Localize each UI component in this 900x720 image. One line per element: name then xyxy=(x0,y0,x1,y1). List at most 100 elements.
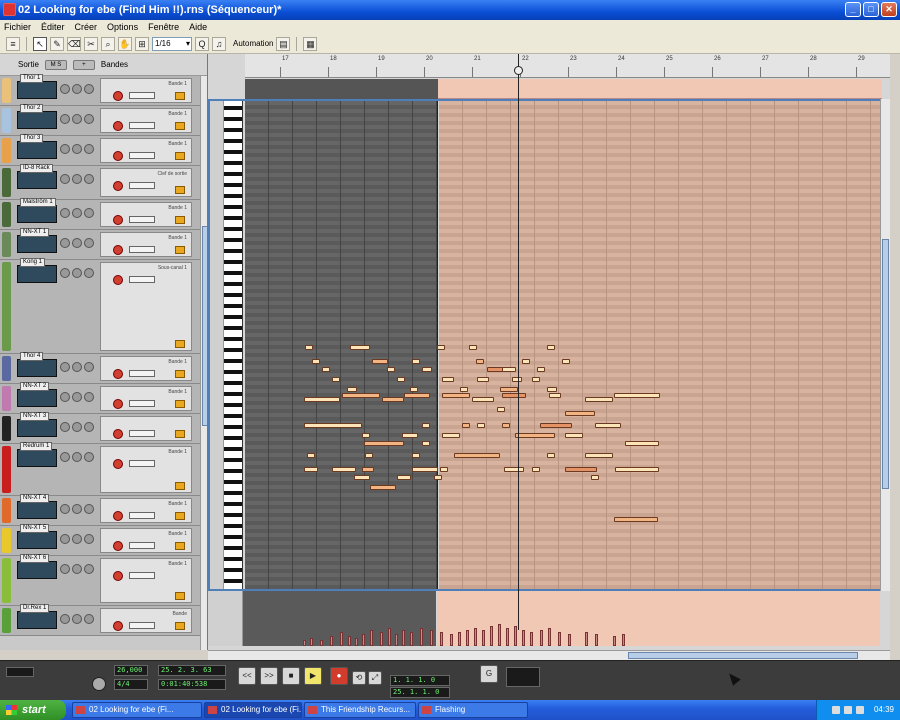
velocity-bar[interactable] xyxy=(466,630,469,646)
solo-knob[interactable] xyxy=(72,564,82,574)
midi-note[interactable] xyxy=(304,467,318,472)
midi-note[interactable] xyxy=(387,367,395,372)
track-row[interactable]: Thor 3 Bande 1 xyxy=(0,134,200,166)
velocity-bar[interactable] xyxy=(595,634,598,646)
velocity-bar[interactable] xyxy=(410,632,413,646)
track-row[interactable]: ID-8 Rack Clef de sortie xyxy=(0,164,200,200)
velocity-bar[interactable] xyxy=(380,632,383,646)
midi-note[interactable] xyxy=(347,387,357,392)
midi-note[interactable] xyxy=(537,367,545,372)
midi-note[interactable] xyxy=(404,393,430,398)
midi-note[interactable] xyxy=(512,377,522,382)
mute-knob[interactable] xyxy=(60,208,70,218)
mute-knob[interactable] xyxy=(60,174,70,184)
track-color-strip[interactable] xyxy=(2,528,11,553)
taskbar-item[interactable]: This Friendship Recurs... xyxy=(304,702,416,718)
track-name[interactable]: NN-XT 5 xyxy=(20,524,50,533)
midi-note[interactable] xyxy=(515,433,555,438)
track-color-strip[interactable] xyxy=(2,108,11,133)
track-name[interactable]: Dr.Rex 1 xyxy=(20,604,50,613)
device-thumbnail[interactable] xyxy=(17,171,57,189)
midi-note[interactable] xyxy=(477,377,489,382)
monitor-knob[interactable] xyxy=(84,564,94,574)
loop-region-bar[interactable] xyxy=(438,79,882,99)
mute-knob[interactable] xyxy=(60,452,70,462)
track-row[interactable]: NN-XT 5 Bande 1 xyxy=(0,524,200,556)
maximize-button[interactable]: □ xyxy=(863,2,879,17)
velocity-bar[interactable] xyxy=(395,634,398,646)
monitor-knob[interactable] xyxy=(84,452,94,462)
midi-note[interactable] xyxy=(342,393,380,398)
lane-fader[interactable] xyxy=(129,152,155,159)
velocity-bar[interactable] xyxy=(330,636,333,646)
lane-mute-button[interactable] xyxy=(175,152,185,160)
lane-mute-button[interactable] xyxy=(175,370,185,378)
velocity-bar[interactable] xyxy=(340,632,343,646)
midi-note[interactable] xyxy=(365,453,373,458)
track-row[interactable]: Thor 1 Bande 1 xyxy=(0,74,200,106)
signature-display[interactable]: 4/4 xyxy=(114,679,148,690)
midi-note[interactable] xyxy=(595,423,621,428)
midi-note[interactable] xyxy=(565,467,597,472)
solo-knob[interactable] xyxy=(72,268,82,278)
device-thumbnail[interactable] xyxy=(17,501,57,519)
midi-note[interactable] xyxy=(304,397,340,402)
razor-tool-icon[interactable]: ✂ xyxy=(84,36,98,51)
editor-vertical-scrollbar[interactable] xyxy=(880,99,890,591)
lane-fader[interactable] xyxy=(129,460,155,467)
midi-note[interactable] xyxy=(304,423,362,428)
taskbar-item[interactable]: 02 Looking for ebe (Fi... xyxy=(204,702,302,718)
track-row[interactable]: NN-XT 2 Bande 1 xyxy=(0,382,200,414)
mute-knob[interactable] xyxy=(60,238,70,248)
click-button[interactable]: G xyxy=(480,665,498,683)
midi-note[interactable] xyxy=(487,367,503,372)
snap-icon[interactable]: ⊞ xyxy=(135,36,149,51)
record-enable-icon[interactable] xyxy=(113,91,123,101)
solo-knob[interactable] xyxy=(72,534,82,544)
midi-note[interactable] xyxy=(332,467,356,472)
velocity-bar[interactable] xyxy=(420,628,423,646)
velocity-bar[interactable] xyxy=(303,640,306,646)
track-color-strip[interactable] xyxy=(2,386,11,411)
midi-note[interactable] xyxy=(402,433,418,438)
mute-knob[interactable] xyxy=(60,144,70,154)
midi-note[interactable] xyxy=(585,397,613,402)
velocity-bar[interactable] xyxy=(440,632,443,646)
loop-button[interactable]: ⟲ xyxy=(352,671,366,685)
fast-forward-button[interactable]: >> xyxy=(260,667,278,685)
midi-note[interactable] xyxy=(412,453,420,458)
midi-note[interactable] xyxy=(322,367,330,372)
track-row[interactable]: NN-XT 1 Bande 1 xyxy=(0,228,200,260)
track-list-scrollbar[interactable] xyxy=(200,76,207,650)
solo-knob[interactable] xyxy=(72,614,82,624)
monitor-knob[interactable] xyxy=(84,392,94,402)
midi-note[interactable] xyxy=(364,441,404,446)
solo-knob[interactable] xyxy=(72,392,82,402)
device-thumbnail[interactable] xyxy=(17,81,57,99)
snap-value-select[interactable]: 1/16 xyxy=(152,36,192,51)
monitor-knob[interactable] xyxy=(84,84,94,94)
track-name[interactable]: Kong 1 xyxy=(20,258,46,267)
track-color-strip[interactable] xyxy=(2,416,11,441)
solo-knob[interactable] xyxy=(72,174,82,184)
track-color-strip[interactable] xyxy=(2,446,11,493)
lane-fader[interactable] xyxy=(129,92,155,99)
midi-note[interactable] xyxy=(625,441,659,446)
scroll-thumb[interactable] xyxy=(628,652,858,659)
track-row[interactable]: NN-XT 3 xyxy=(0,412,200,444)
midi-note[interactable] xyxy=(469,345,477,350)
lane-mute-button[interactable] xyxy=(175,482,185,490)
track-color-strip[interactable] xyxy=(2,356,11,381)
midi-note[interactable] xyxy=(397,475,411,480)
track-name[interactable]: Thor 1 xyxy=(20,74,44,83)
mute-knob[interactable] xyxy=(60,114,70,124)
velocity-bar[interactable] xyxy=(430,630,433,646)
position-display[interactable]: 25. 2. 3. 63 xyxy=(158,665,226,676)
mute-knob[interactable] xyxy=(60,564,70,574)
midi-note[interactable] xyxy=(547,453,555,458)
midi-note[interactable] xyxy=(422,367,432,372)
right-locator-display[interactable]: 25. 1. 1. 0 xyxy=(390,687,450,698)
mute-knob[interactable] xyxy=(60,268,70,278)
mute-knob[interactable] xyxy=(60,504,70,514)
velocity-bar[interactable] xyxy=(585,632,588,646)
